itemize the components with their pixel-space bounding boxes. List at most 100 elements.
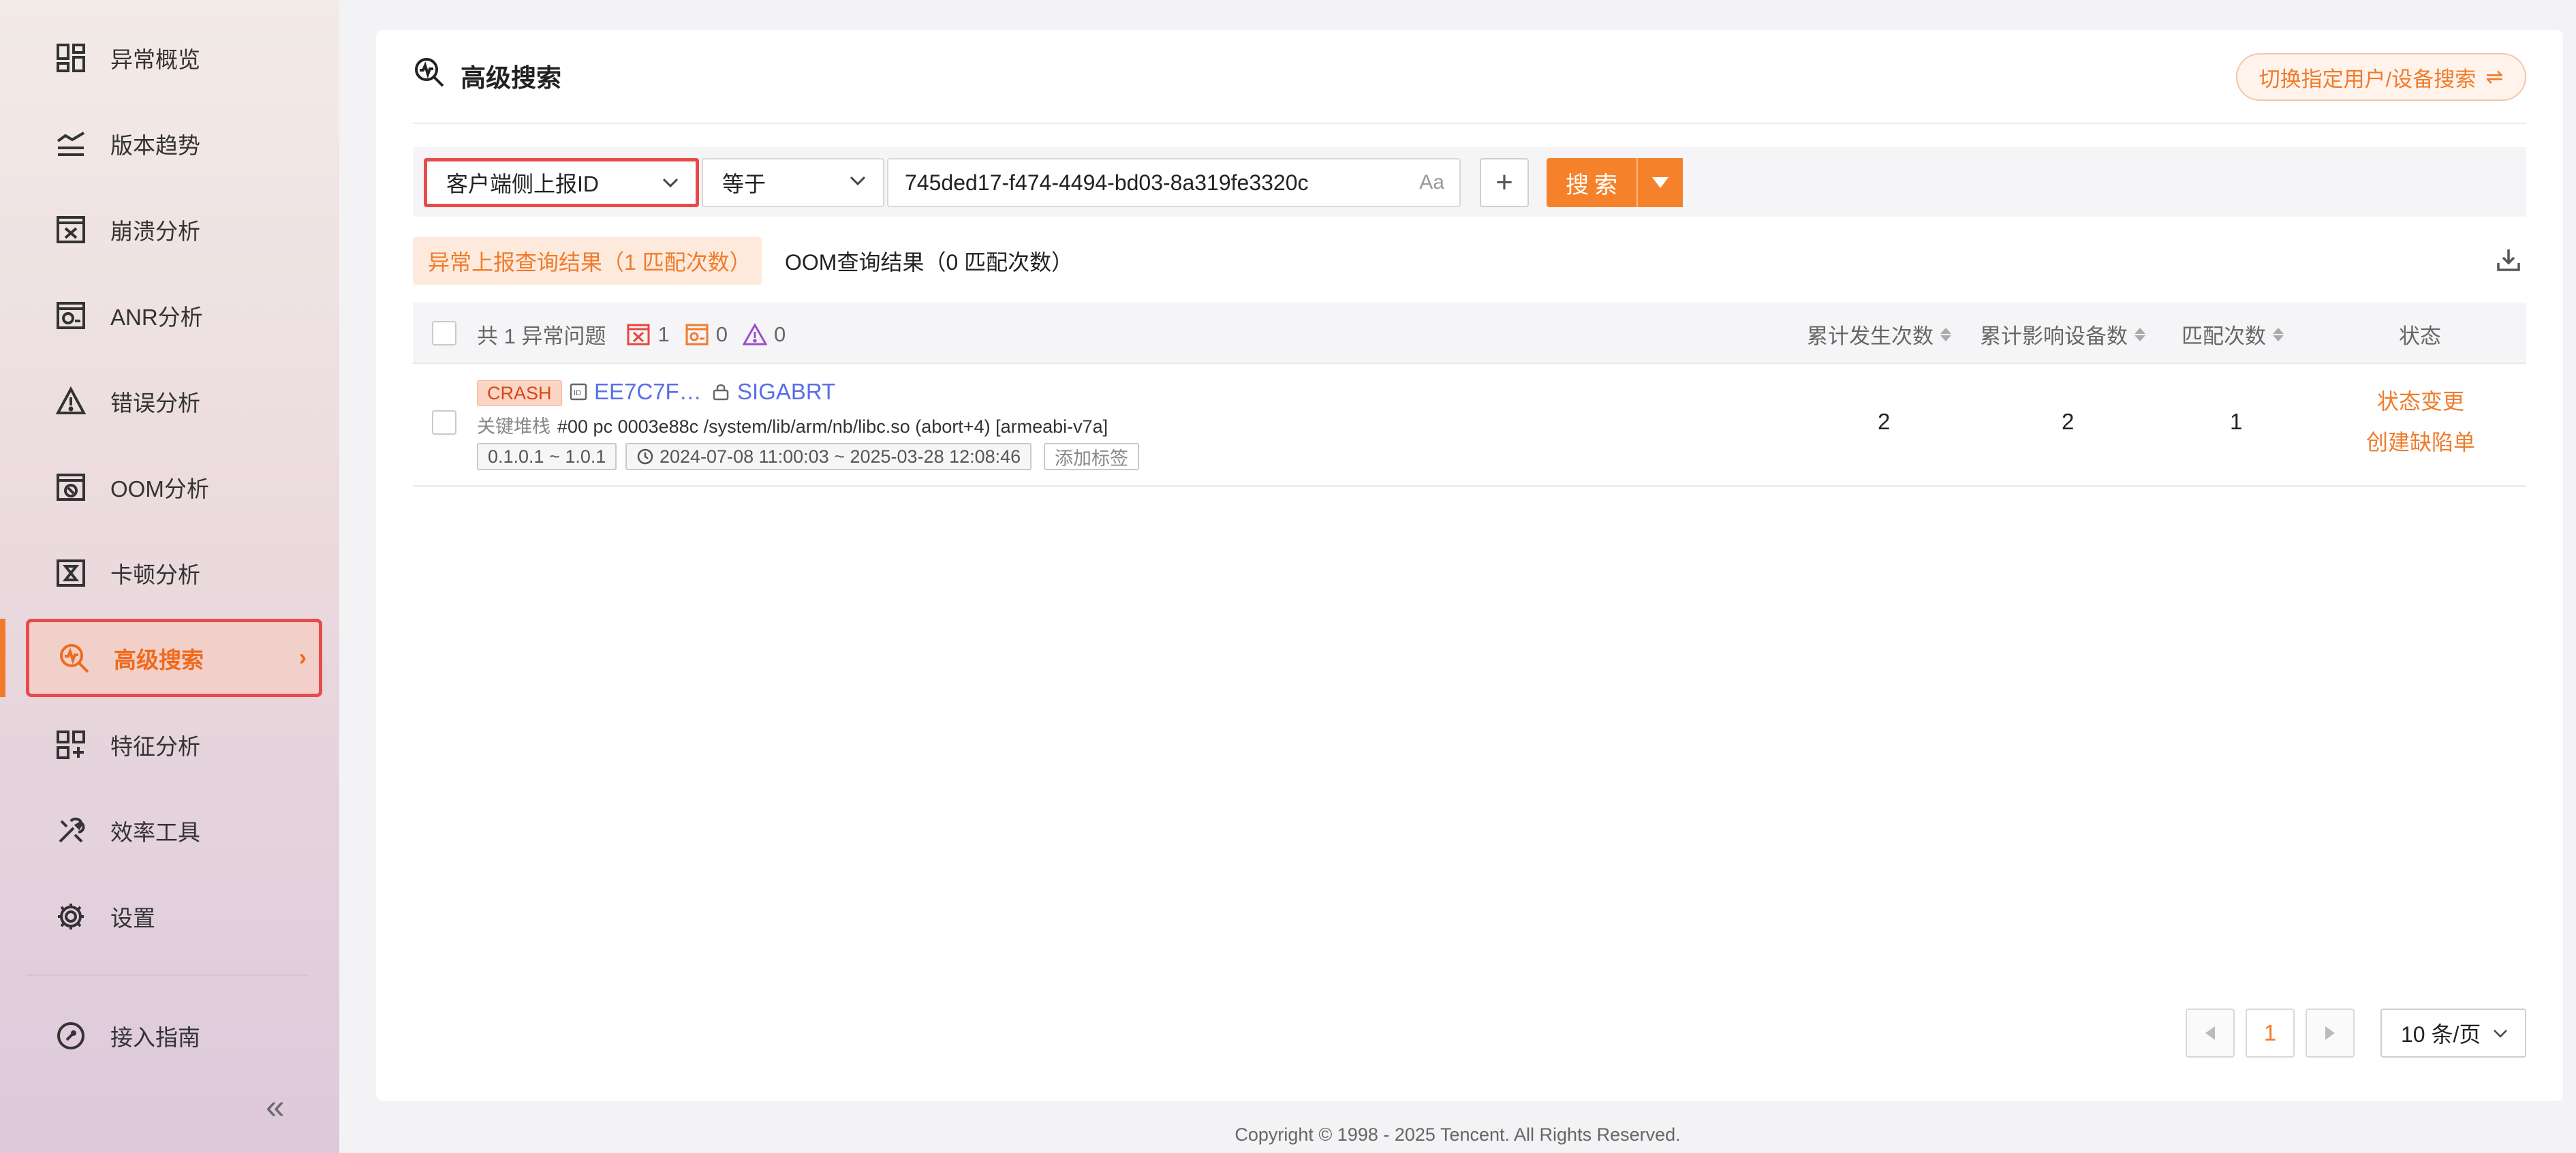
add-condition-button[interactable]: + — [1480, 158, 1529, 207]
svg-text:ID: ID — [574, 389, 581, 397]
sort-icon — [1940, 327, 1951, 341]
sidebar-item-label: ANR分析 — [110, 304, 203, 330]
plus-icon: + — [1495, 166, 1513, 199]
time-range-tag: 2024-07-08 11:00:03 ~ 2025-03-28 12:08:4… — [625, 443, 1032, 470]
sidebar-item-error-analysis[interactable]: 错误分析 — [26, 362, 322, 440]
sidebar-item-version-trend[interactable]: 版本趋势 — [26, 104, 322, 183]
sidebar-item-guide[interactable]: 接入指南 — [26, 996, 322, 1075]
matches-value: 1 — [2230, 409, 2243, 434]
sidebar-item-label: 高级搜索 — [114, 647, 204, 673]
sort-icon — [2135, 327, 2145, 341]
id-icon: ID — [570, 383, 587, 401]
anr-count: 0 — [715, 322, 728, 346]
devices-value: 2 — [2062, 409, 2075, 434]
switch-button-label: 切换指定用户/设备搜索 — [2259, 67, 2477, 91]
gear-icon — [53, 899, 89, 934]
warning-icon — [53, 384, 89, 419]
sidebar-item-feature-analysis[interactable]: 特征分析 — [26, 705, 322, 784]
col-matches[interactable]: 匹配次数 — [2182, 319, 2284, 350]
operator-select-value: 等于 — [722, 172, 766, 196]
crash-count: 1 — [657, 322, 670, 346]
sidebar-item-crash-analysis[interactable]: 崩溃分析 — [26, 190, 322, 268]
search-value-text: 745ded17-f474-4494-bd03-8a319fe3320c — [905, 170, 1309, 195]
caret-left-icon — [2205, 1026, 2215, 1040]
page-title-text: 高级搜索 — [461, 63, 561, 92]
compass-icon — [53, 1018, 89, 1054]
col-devices[interactable]: 累计影响设备数 — [1980, 319, 2145, 350]
sidebar-item-label: OOM分析 — [110, 476, 209, 502]
sidebar-item-label: 错误分析 — [110, 390, 200, 416]
search-value-input[interactable]: 745ded17-f474-4494-bd03-8a319fe3320c Aa — [887, 158, 1461, 207]
sidebar-item-settings[interactable]: 设置 — [26, 877, 322, 955]
col-matches-label: 匹配次数 — [2182, 324, 2266, 348]
case-sensitive-toggle[interactable]: Aa — [1419, 171, 1444, 194]
header-divider — [413, 123, 2526, 124]
sidebar-item-label: 接入指南 — [110, 1024, 200, 1050]
field-select[interactable]: 客户端侧上报ID — [424, 158, 699, 207]
summary-text: 共 1 异常问题 — [477, 324, 606, 348]
hourglass-icon — [53, 555, 89, 591]
sidebar-item-label: 效率工具 — [110, 819, 200, 845]
sidebar-item-oom-analysis[interactable]: OOM分析 — [26, 448, 322, 526]
sidebar-divider — [26, 974, 309, 976]
add-tag-button[interactable]: 添加标签 — [1044, 443, 1139, 470]
field-select-value: 客户端侧上报ID — [446, 172, 600, 196]
sidebar-item-lag-analysis[interactable]: 卡顿分析 — [26, 534, 322, 612]
issue-id-text: EE7C7F… — [594, 379, 702, 404]
time-range-text: 2024-07-08 11:00:03 ~ 2025-03-28 12:08:4… — [659, 446, 1021, 467]
col-occurrences-label: 累计发生次数 — [1807, 324, 1934, 348]
collapse-sidebar-icon[interactable]: « — [266, 1087, 285, 1126]
sidebar-item-label: 设置 — [110, 905, 155, 931]
page-title: 高级搜索 — [413, 56, 561, 95]
key-stack-text: #00 pc 0003e88c /system/lib/arm/nb/libc.… — [557, 416, 1108, 437]
dashboard-icon — [53, 40, 89, 76]
sidebar-item-efficiency-tools[interactable]: 效率工具 — [26, 791, 322, 870]
signal-link[interactable]: SIGABRT — [711, 379, 835, 405]
chevron-down-icon — [848, 170, 868, 196]
col-devices-label: 累计影响设备数 — [1980, 324, 2128, 348]
chevron-right-icon: › — [298, 645, 307, 671]
page-size-select[interactable]: 10 条/页 — [2380, 1009, 2526, 1058]
key-stack: 关键堆栈 #00 pc 0003e88c /system/lib/arm/nb/l… — [477, 412, 1108, 438]
sidebar-item-label: 崩溃分析 — [110, 218, 200, 244]
signal-text: SIGABRT — [737, 379, 836, 404]
caret-right-icon — [2325, 1026, 2335, 1040]
page-1-button[interactable]: 1 — [2246, 1009, 2295, 1058]
tools-icon — [53, 813, 89, 848]
next-page-button[interactable] — [2306, 1009, 2355, 1058]
select-all-checkbox[interactable] — [432, 321, 456, 345]
anr-icon — [53, 298, 89, 333]
copyright-footer: Copyright © 1998 - 2025 Tencent. All Rig… — [1235, 1124, 1681, 1145]
sidebar-item-anr-analysis[interactable]: ANR分析 — [26, 276, 322, 354]
sidebar-item-advanced-search[interactable]: 高级搜索 › — [26, 619, 322, 697]
sidebar-item-label: 异常概览 — [110, 46, 200, 72]
row-checkbox[interactable] — [432, 410, 456, 435]
col-status: 状态 — [2399, 324, 2441, 348]
operator-select[interactable]: 等于 — [702, 158, 884, 207]
error-type-icon — [742, 322, 767, 345]
switch-user-device-search-button[interactable]: 切换指定用户/设备搜索 ⇌ — [2236, 53, 2526, 101]
advanced-search-icon — [413, 56, 446, 95]
issue-id-link[interactable]: ID EE7C7F… — [570, 379, 702, 405]
crash-icon — [53, 212, 89, 247]
prev-page-button[interactable] — [2186, 1009, 2235, 1058]
search-dropdown-button[interactable] — [1636, 158, 1683, 207]
clock-icon — [637, 448, 653, 465]
page-size-value: 10 条/页 — [2401, 1022, 2481, 1047]
signal-icon — [713, 384, 729, 401]
active-indicator — [0, 619, 5, 697]
chevron-down-icon — [660, 172, 681, 198]
col-occurrences[interactable]: 累计发生次数 — [1807, 319, 1951, 350]
tab-oom-results[interactable]: OOM查询结果（0 匹配次数） — [785, 245, 1073, 277]
search-button-label: 搜索 — [1566, 172, 1623, 198]
tab-exception-results[interactable]: 异常上报查询结果（1 匹配次数） — [413, 237, 762, 285]
sort-icon — [2273, 327, 2284, 341]
change-status-link[interactable]: 状态变更 — [2377, 384, 2464, 416]
create-bug-link[interactable]: 创建缺陷单 — [2366, 425, 2475, 457]
download-icon[interactable] — [2495, 247, 2522, 277]
swap-icon: ⇌ — [2485, 65, 2504, 89]
occurrences-value: 2 — [1878, 409, 1891, 434]
feature-icon — [53, 727, 89, 763]
sidebar-item-overview[interactable]: 异常概览 — [26, 18, 322, 97]
sidebar-item-label: 卡顿分析 — [110, 562, 200, 587]
